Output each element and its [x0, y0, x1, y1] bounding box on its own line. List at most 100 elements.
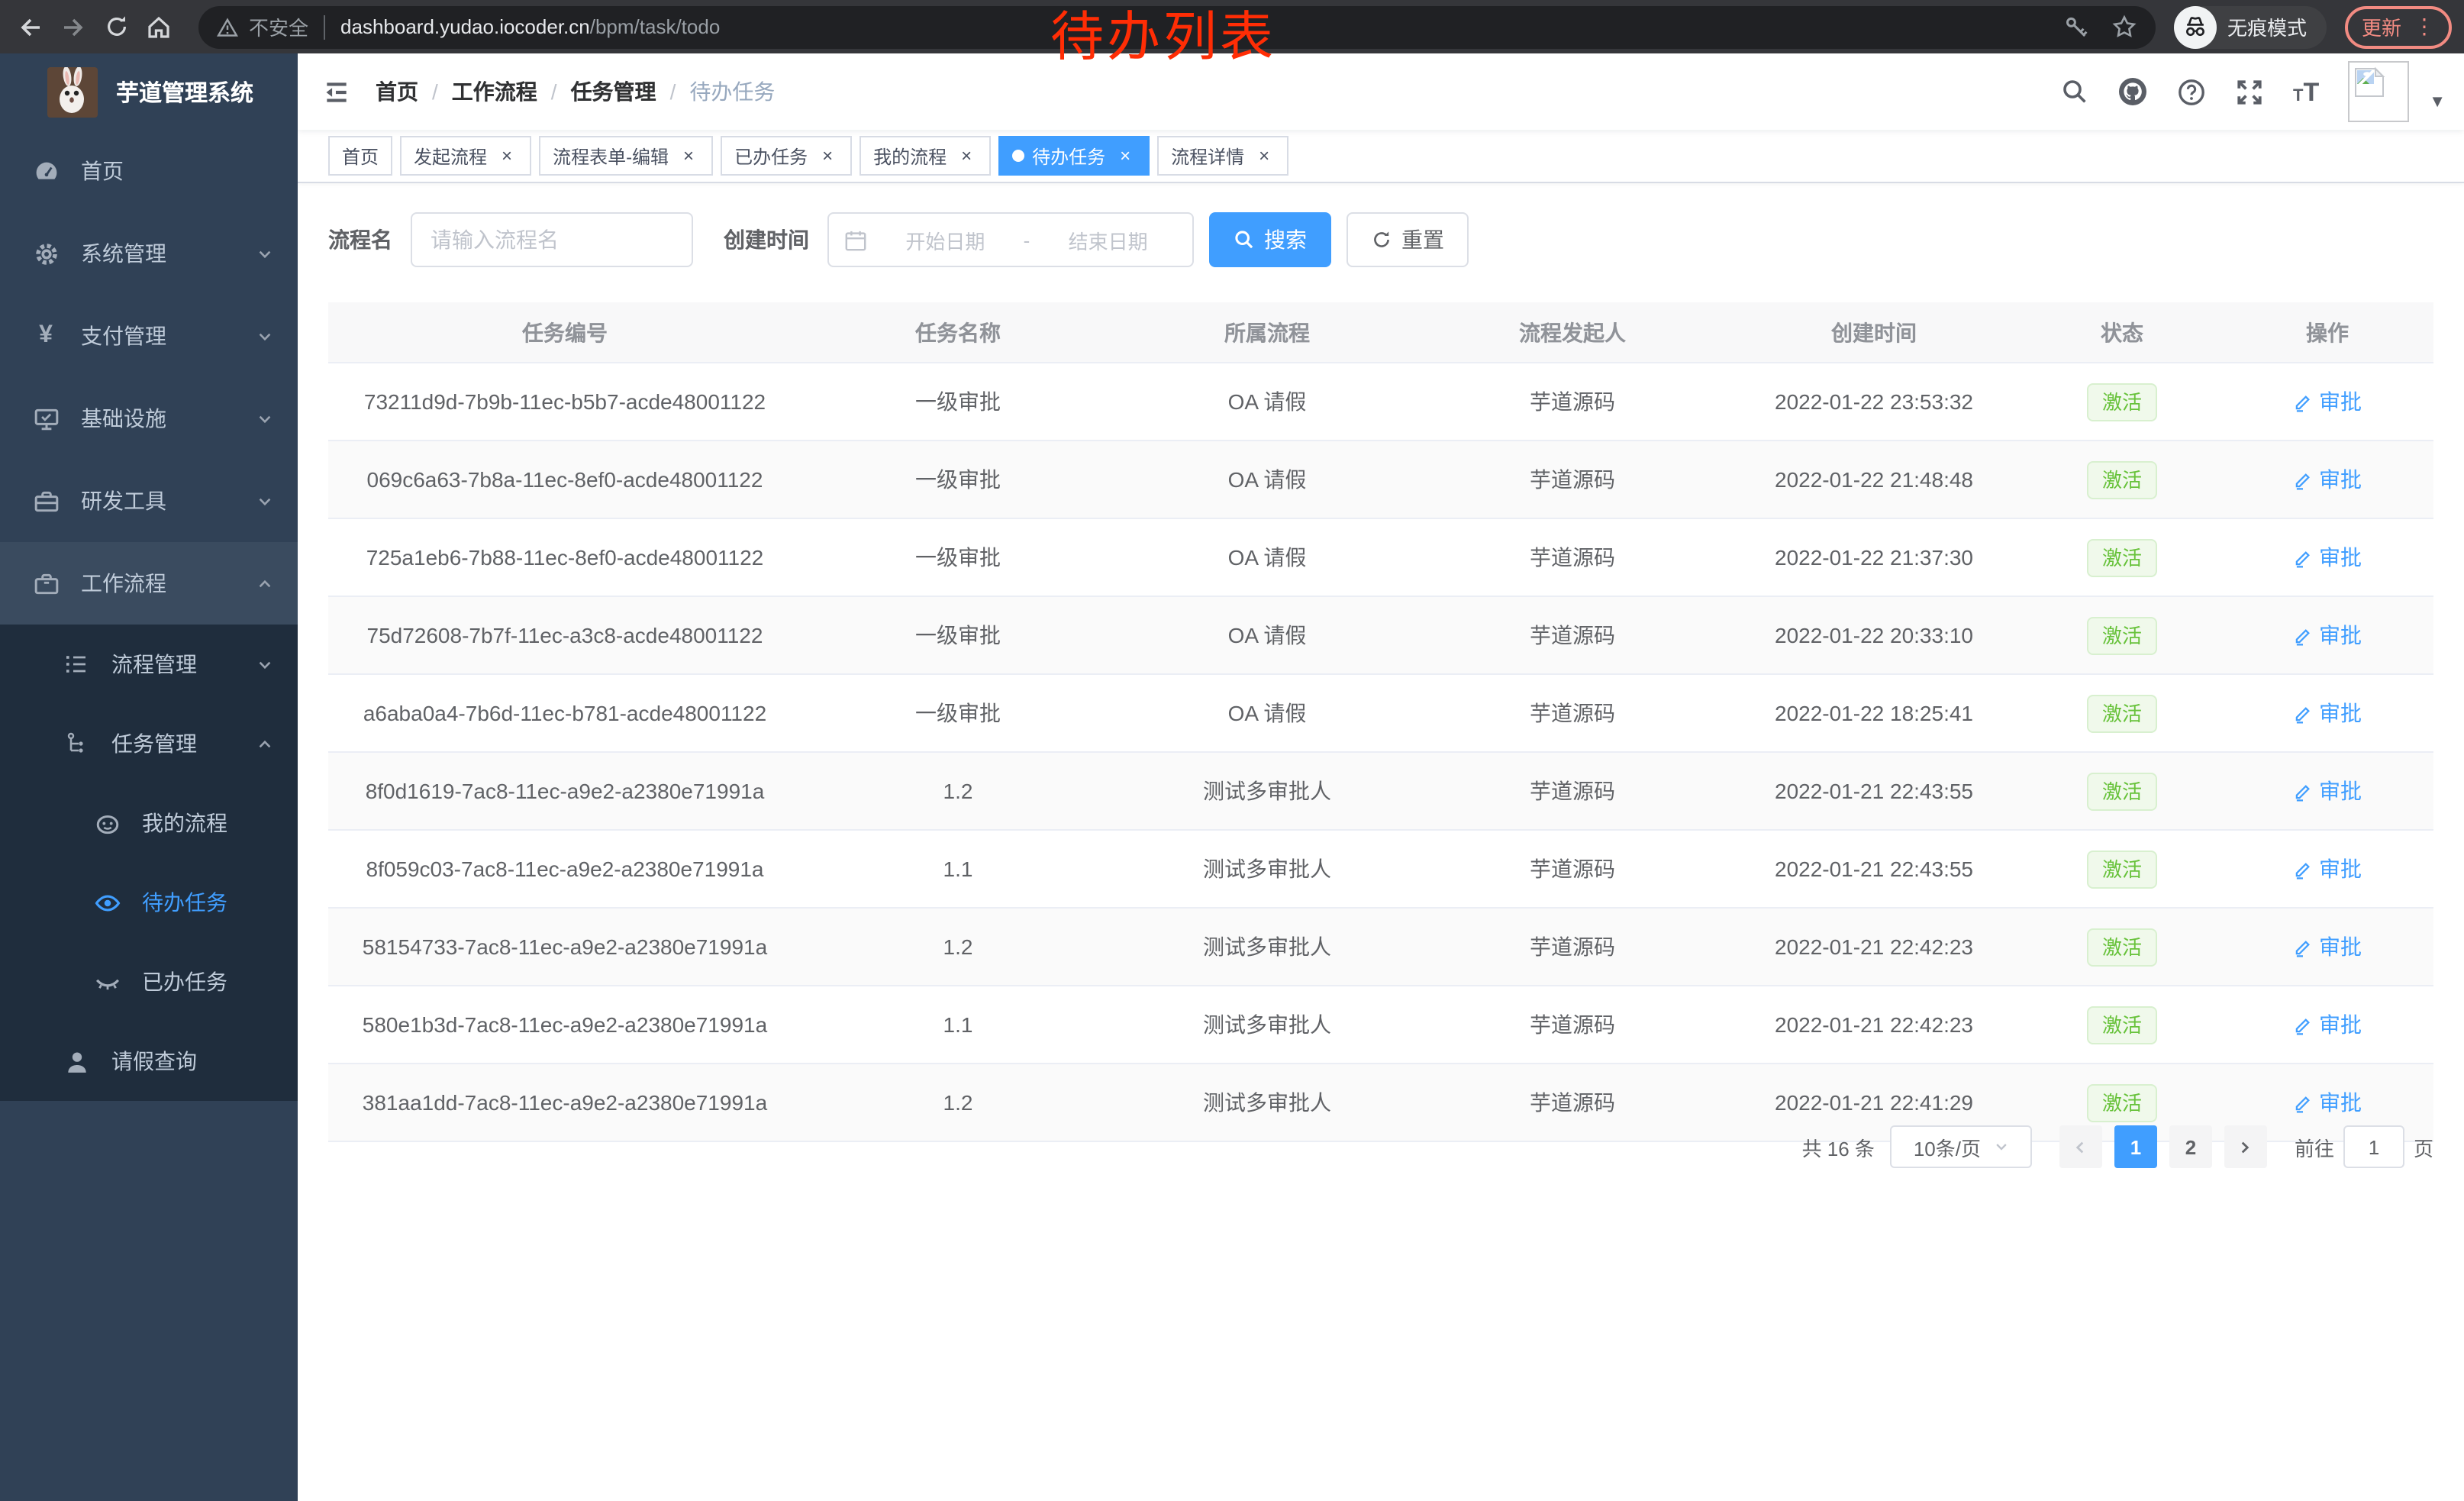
table-row: 58154733-7ac8-11ec-a9e2-a2380e71991a 1.2…	[328, 908, 2433, 986]
eye-icon	[93, 889, 121, 916]
cell-status: 激活	[2023, 830, 2221, 908]
breadcrumb-item-home[interactable]: 首页	[376, 76, 418, 107]
browser-menu-icon[interactable]: ⋮	[2414, 14, 2435, 40]
tab-close-icon[interactable]: ×	[1114, 145, 1136, 166]
app-logo-row[interactable]: 芋道管理系统	[0, 53, 298, 130]
process-name-input[interactable]	[411, 212, 693, 267]
tab-close-icon[interactable]: ×	[1253, 145, 1275, 166]
approve-link[interactable]: 审批	[2293, 1009, 2362, 1040]
page-buttons: 12	[2102, 1125, 2212, 1168]
sidebar-item-done-tasks[interactable]: 已办任务	[0, 942, 298, 1022]
cell-status: 激活	[2023, 986, 2221, 1064]
page-button-2[interactable]: 2	[2169, 1125, 2212, 1168]
approve-link[interactable]: 审批	[2293, 464, 2362, 495]
tab[interactable]: 流程详情 ×	[1157, 136, 1288, 176]
cell-actions: 审批	[2221, 674, 2433, 752]
browser-forward-button[interactable]	[52, 5, 95, 48]
chevron-down-icon	[256, 492, 273, 509]
sidebar-item-process-management[interactable]: 流程管理	[0, 625, 298, 704]
sidebar-item-leave-query[interactable]: 请假查询	[0, 1022, 298, 1101]
browser-home-button[interactable]	[137, 5, 180, 48]
approve-label: 审批	[2319, 620, 2362, 650]
chevron-down-icon	[1993, 1139, 2008, 1154]
tab-close-icon[interactable]: ×	[496, 145, 518, 166]
approve-link[interactable]: 审批	[2293, 698, 2362, 728]
goto-suffix: 页	[2414, 1132, 2433, 1161]
breadcrumb-item-task-management[interactable]: 任务管理	[571, 76, 656, 107]
sidebar: 芋道管理系统 首页 系统管理 ¥ 支付管理	[0, 53, 298, 1501]
sidebar-item-todo-tasks[interactable]: 待办任务	[0, 863, 298, 942]
next-page-button[interactable]	[2224, 1125, 2267, 1168]
tab[interactable]: 我的流程 ×	[859, 136, 991, 176]
sidebar-item-home[interactable]: 首页	[0, 130, 298, 212]
sidebar-item-workflow[interactable]: 工作流程	[0, 542, 298, 625]
approve-link[interactable]: 审批	[2293, 542, 2362, 573]
prev-page-button[interactable]	[2059, 1125, 2102, 1168]
password-key-icon[interactable]	[2064, 14, 2090, 40]
cell-task-name: 1.2	[801, 752, 1114, 830]
col-status: 状态	[2023, 302, 2221, 363]
bookmark-star-icon[interactable]	[2111, 14, 2137, 40]
sidebar-item-my-process[interactable]: 我的流程	[0, 783, 298, 863]
github-link[interactable]	[2117, 76, 2148, 107]
tab-label: 流程表单-编辑	[553, 143, 669, 169]
sidebar-item-label: 我的流程	[142, 808, 227, 838]
approve-link[interactable]: 审批	[2293, 620, 2362, 650]
avatar[interactable]	[2348, 61, 2409, 122]
address-divider	[324, 15, 325, 39]
sidebar-item-infrastructure[interactable]: 基础设施	[0, 377, 298, 460]
sidebar-collapse-button[interactable]	[298, 53, 376, 130]
org-tree-icon	[63, 730, 90, 757]
sidebar-item-task-management[interactable]: 任务管理	[0, 704, 298, 783]
broken-image-icon	[2353, 66, 2386, 99]
status-badge: 激活	[2087, 538, 2157, 576]
security-label[interactable]: 不安全	[249, 12, 308, 41]
tab[interactable]: 待办任务 ×	[998, 136, 1150, 176]
tab[interactable]: 已办任务 ×	[721, 136, 852, 176]
approve-link[interactable]: 审批	[2293, 854, 2362, 884]
header-search-button[interactable]	[2061, 78, 2088, 105]
cell-task-id: 58154733-7ac8-11ec-a9e2-a2380e71991a	[328, 908, 801, 986]
sidebar-item-devtools[interactable]: 研发工具	[0, 460, 298, 542]
avatar-caret-icon[interactable]: ▼	[2429, 93, 2446, 111]
goto-page-input[interactable]	[2343, 1125, 2404, 1168]
approve-link[interactable]: 审批	[2293, 386, 2362, 417]
help-button[interactable]	[2177, 77, 2206, 106]
page-size-select[interactable]: 10条/页	[1890, 1125, 2032, 1168]
tab-close-icon[interactable]: ×	[956, 145, 977, 166]
tab[interactable]: 流程表单-编辑 ×	[539, 136, 713, 176]
tab[interactable]: 发起流程 ×	[400, 136, 531, 176]
eye-closed-icon	[93, 968, 121, 996]
page-button-1[interactable]: 1	[2114, 1125, 2157, 1168]
cell-status: 激活	[2023, 752, 2221, 830]
font-size-button[interactable]: TT	[2293, 79, 2319, 105]
cell-actions: 审批	[2221, 752, 2433, 830]
approve-link[interactable]: 审批	[2293, 1087, 2362, 1118]
browser-update-button[interactable]: 更新 ⋮	[2345, 5, 2452, 48]
sidebar-item-system[interactable]: 系统管理	[0, 212, 298, 295]
process-name-label: 流程名	[328, 224, 392, 255]
browser-reload-button[interactable]	[95, 5, 137, 48]
list-tree-icon	[63, 650, 90, 678]
search-button[interactable]: 搜索	[1209, 212, 1331, 267]
tab-label: 首页	[342, 143, 379, 169]
col-actions: 操作	[2221, 302, 2433, 363]
approve-link[interactable]: 审批	[2293, 776, 2362, 806]
browser-back-button[interactable]	[9, 5, 52, 48]
sidebar-item-payment[interactable]: ¥ 支付管理	[0, 295, 298, 377]
tab-label: 发起流程	[414, 143, 487, 169]
cell-process: OA 请假	[1114, 518, 1420, 596]
table-row: 069c6a63-7b8a-11ec-8ef0-acde48001122 一级审…	[328, 441, 2433, 518]
sidebar-item-label: 首页	[81, 156, 124, 186]
reset-button[interactable]: 重置	[1346, 212, 1469, 267]
tags-bar: 首页 发起流程 × 流程表单-编辑 × 已办任务 × 我的流程 × 待办任务 ×…	[298, 130, 2464, 183]
tab-label: 流程详情	[1171, 143, 1244, 169]
col-created-time: 创建时间	[1725, 302, 2023, 363]
tab-close-icon[interactable]: ×	[817, 145, 838, 166]
approve-link[interactable]: 审批	[2293, 931, 2362, 962]
date-range-picker[interactable]: 开始日期 - 结束日期	[827, 212, 1194, 267]
tab[interactable]: 首页	[328, 136, 392, 176]
fullscreen-button[interactable]	[2235, 77, 2264, 106]
tab-close-icon[interactable]: ×	[678, 145, 699, 166]
breadcrumb-item-workflow[interactable]: 工作流程	[452, 76, 537, 107]
